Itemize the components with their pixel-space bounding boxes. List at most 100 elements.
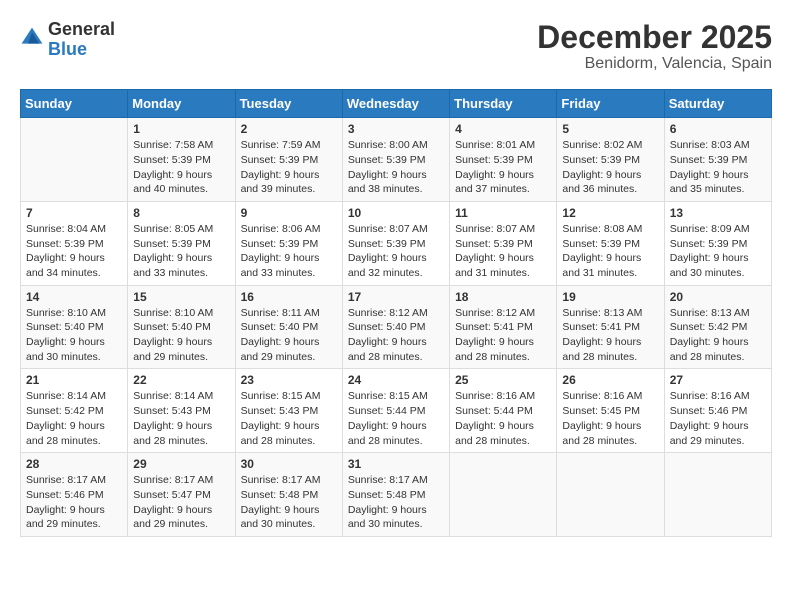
logo: General Blue (20, 20, 115, 60)
day-number: 21 (26, 373, 122, 387)
day-info: Sunrise: 8:13 AMSunset: 5:42 PMDaylight:… (670, 306, 766, 365)
day-number: 22 (133, 373, 229, 387)
calendar-body: 1 Sunrise: 7:58 AMSunset: 5:39 PMDaylight… (21, 118, 772, 537)
day-info: Sunrise: 8:17 AMSunset: 5:48 PMDaylight:… (241, 473, 337, 532)
day-number: 9 (241, 206, 337, 220)
weekday-header-sunday: Sunday (21, 90, 128, 118)
weekday-header-saturday: Saturday (664, 90, 771, 118)
day-info: Sunrise: 8:17 AMSunset: 5:46 PMDaylight:… (26, 473, 122, 532)
day-info: Sunrise: 8:15 AMSunset: 5:44 PMDaylight:… (348, 389, 444, 448)
day-info: Sunrise: 8:14 AMSunset: 5:42 PMDaylight:… (26, 389, 122, 448)
calendar-cell: 3Sunrise: 8:00 AMSunset: 5:39 PMDaylight… (342, 118, 449, 202)
day-number: 25 (455, 373, 551, 387)
calendar-table: SundayMondayTuesdayWednesdayThursdayFrid… (20, 89, 772, 537)
calendar-cell: 29Sunrise: 8:17 AMSunset: 5:47 PMDayligh… (128, 453, 235, 537)
day-number: 24 (348, 373, 444, 387)
logo-general-text: General (48, 20, 115, 40)
day-info: Sunrise: 8:12 AMSunset: 5:41 PMDaylight:… (455, 306, 551, 365)
calendar-cell: 5 Sunrise: 8:02 AMSunset: 5:39 PMDaylight… (557, 118, 664, 202)
calendar-cell: 13 Sunrise: 8:09 AMSunset: 5:39 PMDayligh… (664, 201, 771, 285)
calendar-cell: 11 Sunrise: 8:07 AMSunset: 5:39 PMDayligh… (450, 201, 557, 285)
day-number: 26 (562, 373, 658, 387)
day-number: 31 (348, 457, 444, 471)
day-number: 5 (562, 122, 658, 136)
day-number: 12 (562, 206, 658, 220)
calendar-cell (21, 118, 128, 202)
calendar-cell: 21 Sunrise: 8:14 AMSunset: 5:42 PMDayligh… (21, 369, 128, 453)
day-info: Sunrise: 8:10 AMSunset: 5:40 PMDaylight:… (26, 306, 122, 365)
day-info: Sunrise: 8:09 AMSunset: 5:39 PMDaylight:… (670, 222, 766, 281)
calendar-cell: 17Sunrise: 8:12 AMSunset: 5:40 PMDayligh… (342, 285, 449, 369)
day-info: Sunrise: 8:16 AMSunset: 5:46 PMDaylight:… (670, 389, 766, 448)
calendar-cell: 6Sunrise: 8:03 AMSunset: 5:39 PMDaylight… (664, 118, 771, 202)
calendar-week-2: 14 Sunrise: 8:10 AMSunset: 5:40 PMDayligh… (21, 285, 772, 369)
day-info: Sunrise: 8:17 AMSunset: 5:47 PMDaylight:… (133, 473, 229, 532)
calendar-cell: 2Sunrise: 7:59 AMSunset: 5:39 PMDaylight… (235, 118, 342, 202)
logo-blue-text: Blue (48, 39, 87, 59)
calendar-cell: 27 Sunrise: 8:16 AMSunset: 5:46 PMDayligh… (664, 369, 771, 453)
calendar-cell: 22 Sunrise: 8:14 AMSunset: 5:43 PMDayligh… (128, 369, 235, 453)
calendar-cell (557, 453, 664, 537)
location-title: Benidorm, Valencia, Spain (537, 55, 772, 73)
day-info: Sunrise: 8:01 AMSunset: 5:39 PMDaylight:… (455, 138, 551, 197)
day-number: 28 (26, 457, 122, 471)
weekday-header-tuesday: Tuesday (235, 90, 342, 118)
day-info: Sunrise: 8:02 AMSunset: 5:39 PMDaylight:… (562, 138, 658, 197)
day-number: 30 (241, 457, 337, 471)
calendar-cell: 20 Sunrise: 8:13 AMSunset: 5:42 PMDayligh… (664, 285, 771, 369)
weekday-header-wednesday: Wednesday (342, 90, 449, 118)
calendar-week-1: 7 Sunrise: 8:04 AMSunset: 5:39 PMDaylight… (21, 201, 772, 285)
header: General Blue December 2025 Benidorm, Val… (20, 20, 772, 73)
calendar-cell: 12 Sunrise: 8:08 AMSunset: 5:39 PMDayligh… (557, 201, 664, 285)
day-info: Sunrise: 8:11 AMSunset: 5:40 PMDaylight:… (241, 306, 337, 365)
day-info: Sunrise: 7:58 AMSunset: 5:39 PMDaylight:… (133, 138, 229, 197)
day-number: 13 (670, 206, 766, 220)
calendar-cell: 19Sunrise: 8:13 AMSunset: 5:41 PMDayligh… (557, 285, 664, 369)
day-info: Sunrise: 8:07 AMSunset: 5:39 PMDaylight:… (455, 222, 551, 281)
calendar-cell: 16 Sunrise: 8:11 AMSunset: 5:40 PMDayligh… (235, 285, 342, 369)
day-info: Sunrise: 8:16 AMSunset: 5:44 PMDaylight:… (455, 389, 551, 448)
title-area: December 2025 Benidorm, Valencia, Spain (537, 20, 772, 73)
calendar-cell: 30 Sunrise: 8:17 AMSunset: 5:48 PMDayligh… (235, 453, 342, 537)
day-info: Sunrise: 8:08 AMSunset: 5:39 PMDaylight:… (562, 222, 658, 281)
calendar-cell: 7 Sunrise: 8:04 AMSunset: 5:39 PMDaylight… (21, 201, 128, 285)
calendar-cell: 14 Sunrise: 8:10 AMSunset: 5:40 PMDayligh… (21, 285, 128, 369)
day-number: 14 (26, 290, 122, 304)
calendar-cell: 25 Sunrise: 8:16 AMSunset: 5:44 PMDayligh… (450, 369, 557, 453)
calendar-week-3: 21 Sunrise: 8:14 AMSunset: 5:42 PMDayligh… (21, 369, 772, 453)
day-number: 7 (26, 206, 122, 220)
calendar-cell: 1 Sunrise: 7:58 AMSunset: 5:39 PMDaylight… (128, 118, 235, 202)
calendar-cell: 26 Sunrise: 8:16 AMSunset: 5:45 PMDayligh… (557, 369, 664, 453)
weekday-header-friday: Friday (557, 90, 664, 118)
calendar-cell: 28 Sunrise: 8:17 AMSunset: 5:46 PMDayligh… (21, 453, 128, 537)
weekday-header-monday: Monday (128, 90, 235, 118)
day-number: 10 (348, 206, 444, 220)
day-info: Sunrise: 8:12 AMSunset: 5:40 PMDaylight:… (348, 306, 444, 365)
day-number: 27 (670, 373, 766, 387)
day-number: 4 (455, 122, 551, 136)
calendar-cell: 4 Sunrise: 8:01 AMSunset: 5:39 PMDaylight… (450, 118, 557, 202)
calendar-cell: 31Sunrise: 8:17 AMSunset: 5:48 PMDayligh… (342, 453, 449, 537)
day-info: Sunrise: 8:13 AMSunset: 5:41 PMDaylight:… (562, 306, 658, 365)
day-number: 20 (670, 290, 766, 304)
calendar-cell (450, 453, 557, 537)
calendar-week-4: 28 Sunrise: 8:17 AMSunset: 5:46 PMDayligh… (21, 453, 772, 537)
day-info: Sunrise: 8:04 AMSunset: 5:39 PMDaylight:… (26, 222, 122, 281)
day-info: Sunrise: 8:16 AMSunset: 5:45 PMDaylight:… (562, 389, 658, 448)
calendar-cell: 9Sunrise: 8:06 AMSunset: 5:39 PMDaylight… (235, 201, 342, 285)
day-number: 3 (348, 122, 444, 136)
weekday-header-thursday: Thursday (450, 90, 557, 118)
calendar-cell: 23Sunrise: 8:15 AMSunset: 5:43 PMDayligh… (235, 369, 342, 453)
calendar-cell (664, 453, 771, 537)
calendar-header: SundayMondayTuesdayWednesdayThursdayFrid… (21, 90, 772, 118)
day-info: Sunrise: 8:05 AMSunset: 5:39 PMDaylight:… (133, 222, 229, 281)
day-info: Sunrise: 8:14 AMSunset: 5:43 PMDaylight:… (133, 389, 229, 448)
day-number: 2 (241, 122, 337, 136)
calendar-week-0: 1 Sunrise: 7:58 AMSunset: 5:39 PMDaylight… (21, 118, 772, 202)
day-info: Sunrise: 8:07 AMSunset: 5:39 PMDaylight:… (348, 222, 444, 281)
day-number: 11 (455, 206, 551, 220)
day-number: 1 (133, 122, 229, 136)
day-number: 16 (241, 290, 337, 304)
calendar-cell: 15Sunrise: 8:10 AMSunset: 5:40 PMDayligh… (128, 285, 235, 369)
month-title: December 2025 (537, 20, 772, 55)
